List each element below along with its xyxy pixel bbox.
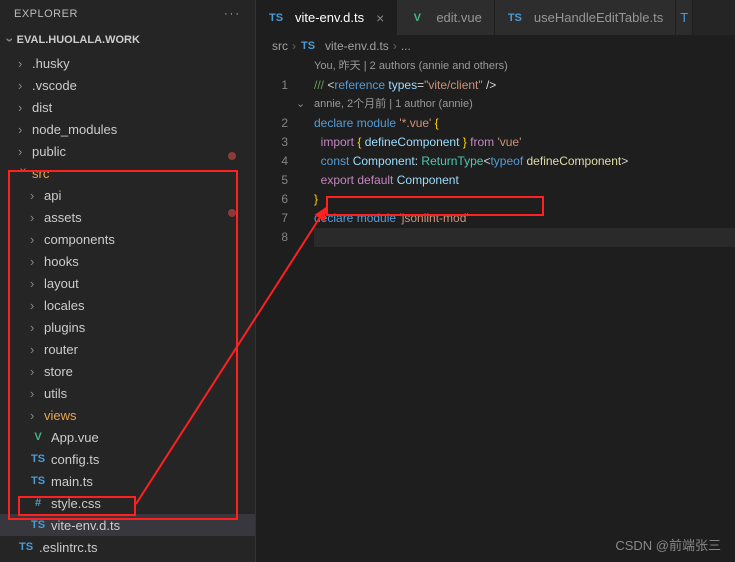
tab-usehandle[interactable]: TSuseHandleEditTable.ts [495,0,676,35]
folder-views[interactable]: ›views [0,404,255,426]
folder-layout[interactable]: ›layout [0,272,255,294]
file-app-vue[interactable]: VApp.vue [0,426,255,448]
folder-node-modules[interactable]: ›node_modules [0,118,255,140]
file-tree: ›.husky ›.vscode ›dist ›node_modules ›pu… [0,52,255,562]
folder-store[interactable]: ›store [0,360,255,382]
folder-utils[interactable]: ›utils [0,382,255,404]
folder-components[interactable]: ›components [0,228,255,250]
editor-area: TSvite-env.d.ts× Vedit.vue TSuseHandleEd… [256,0,735,562]
more-icon[interactable]: ··· [224,8,241,20]
folder-api[interactable]: ›api [0,184,255,206]
ts-icon: TS [30,475,46,487]
explorer-title: EXPLORER [14,8,78,20]
css-icon: # [30,497,46,509]
tab-edit-vue[interactable]: Vedit.vue [397,0,495,35]
breadcrumb-src[interactable]: src [272,39,288,53]
file-config-ts[interactable]: TSconfig.ts [0,448,255,470]
code-editor[interactable]: 1 23 4 56 7 8 ⌄ You, 昨天 | 2 authors (ann… [256,57,735,562]
ts-icon: TS [30,519,46,531]
vue-icon: V [409,12,425,24]
folder-husky[interactable]: ›.husky [0,52,255,74]
code-content[interactable]: You, 昨天 | 2 authors (annie and others) /… [314,57,735,562]
tab-overflow[interactable]: T [676,0,693,35]
folder-hooks[interactable]: ›hooks [0,250,255,272]
breadcrumb-more[interactable]: ... [401,39,411,53]
vue-icon: V [30,431,46,443]
file-main-ts[interactable]: TSmain.ts [0,470,255,492]
fold-gutter: ⌄ [296,57,314,562]
folder-vscode[interactable]: ›.vscode [0,74,255,96]
folder-assets[interactable]: ›assets [0,206,255,228]
workspace-header[interactable]: EVAL.HUOLALA.WORK [0,28,255,52]
codelens-top[interactable]: You, 昨天 | 2 authors (annie and others) [314,57,735,76]
breadcrumb[interactable]: src › TS vite-env.d.ts › ... [256,35,735,57]
close-icon[interactable]: × [376,10,384,26]
folder-src[interactable]: ›src [0,162,255,184]
ts-icon: TS [18,541,34,553]
tab-bar: TSvite-env.d.ts× Vedit.vue TSuseHandleEd… [256,0,735,35]
ts-icon: TS [30,453,46,465]
watermark: CSDN @前端张三 [615,535,721,554]
ts-icon: TS [268,12,284,24]
folder-plugins[interactable]: ›plugins [0,316,255,338]
file-eslintrc[interactable]: TS.eslintrc.ts [0,536,255,558]
folder-locales[interactable]: ›locales [0,294,255,316]
modified-indicator-icon [228,209,236,217]
file-style-css[interactable]: #style.css [0,492,255,514]
explorer-header: EXPLORER ··· [0,0,255,28]
ts-icon: TS [507,12,523,24]
breadcrumb-file[interactable]: vite-env.d.ts [325,39,389,53]
folder-dist[interactable]: ›dist [0,96,255,118]
codelens-mid[interactable]: annie, 2个月前 | 1 author (annie) [314,95,735,114]
folder-router[interactable]: ›router [0,338,255,360]
modified-indicator-icon [228,152,236,160]
explorer-sidebar: EXPLORER ··· EVAL.HUOLALA.WORK ›.husky ›… [0,0,256,562]
chevron-right-icon: › [292,39,296,53]
tab-vite-env[interactable]: TSvite-env.d.ts× [256,0,397,35]
ts-icon: TS [300,40,316,52]
line-numbers: 1 23 4 56 7 8 [256,57,296,562]
file-vite-env[interactable]: TSvite-env.d.ts [0,514,255,536]
folder-public[interactable]: ›public [0,140,255,162]
workspace-name: EVAL.HUOLALA.WORK [17,34,140,46]
chevron-right-icon: › [393,39,397,53]
